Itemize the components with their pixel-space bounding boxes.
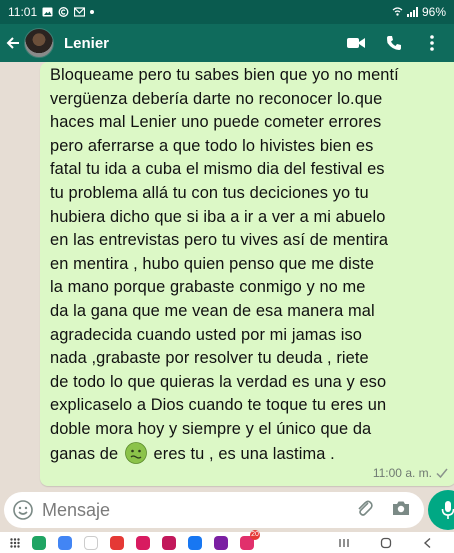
message-input-pill bbox=[4, 492, 424, 528]
message-time: 11:00 a. m. bbox=[372, 466, 432, 480]
smiley-icon bbox=[13, 500, 33, 520]
emoji-button[interactable] bbox=[12, 499, 34, 521]
home-icon[interactable] bbox=[380, 537, 392, 549]
dock-app-red-icon[interactable] bbox=[110, 535, 124, 550]
arrow-left-icon bbox=[6, 37, 19, 49]
chat-header: Lenier bbox=[0, 24, 454, 62]
contact-name[interactable]: Lenier bbox=[64, 35, 109, 52]
gallery-notification-icon bbox=[42, 7, 53, 17]
composer-icons bbox=[356, 499, 416, 522]
mail-notification-icon bbox=[74, 7, 86, 17]
attach-button[interactable] bbox=[356, 499, 374, 522]
header-actions bbox=[346, 33, 450, 53]
message-text-main: Bloqueame pero tu sabes bien que yo no m… bbox=[50, 66, 399, 463]
back-button[interactable] bbox=[4, 28, 22, 58]
status-left: 11:01 bbox=[8, 5, 95, 19]
paperclip-icon bbox=[358, 500, 373, 516]
phone-icon bbox=[387, 36, 401, 50]
dock-app-meet-icon[interactable] bbox=[58, 535, 72, 550]
status-right: 96% bbox=[392, 5, 446, 19]
signal-icon bbox=[406, 7, 418, 17]
camera-icon bbox=[393, 501, 409, 515]
message-text-end: eres tu , es una lastima . bbox=[148, 444, 335, 463]
dock-app-instagram-icon[interactable]: 20 bbox=[240, 529, 260, 550]
dock-app-chrome-icon[interactable] bbox=[84, 535, 98, 550]
more-options-button[interactable] bbox=[422, 33, 442, 53]
message-text: Bloqueame pero tu sabes bien que yo no m… bbox=[50, 64, 448, 466]
camera-button[interactable] bbox=[392, 500, 410, 521]
dock-app-green-icon[interactable] bbox=[32, 535, 46, 550]
status-bar: 11:01 96% bbox=[0, 0, 454, 24]
status-time: 11:01 bbox=[8, 5, 38, 19]
battery-percent: 96% bbox=[421, 5, 446, 19]
system-nav-bar: 20 bbox=[0, 529, 454, 553]
wifi-calling-icon bbox=[392, 7, 403, 16]
chat-area[interactable]: Bloqueame pero tu sabes bien que yo no m… bbox=[0, 62, 454, 490]
dock-app-pink-icon[interactable] bbox=[136, 535, 150, 550]
app-drawer-icon[interactable] bbox=[10, 537, 20, 548]
video-camera-icon bbox=[347, 38, 365, 48]
sent-check-icon bbox=[436, 468, 448, 478]
dock-app-messenger-icon[interactable] bbox=[214, 535, 228, 550]
video-call-button[interactable] bbox=[346, 33, 366, 53]
system-buttons bbox=[338, 537, 444, 549]
composer bbox=[0, 490, 454, 532]
message-input[interactable] bbox=[42, 499, 342, 521]
contact-avatar[interactable] bbox=[24, 28, 54, 58]
nauseated-face-emoji bbox=[125, 441, 147, 464]
voice-call-button[interactable] bbox=[384, 33, 404, 53]
voice-note-button[interactable] bbox=[428, 490, 454, 530]
dock-app-facebook-icon[interactable] bbox=[188, 535, 202, 550]
recent-apps-icon[interactable] bbox=[338, 537, 350, 549]
copyright-notification-icon bbox=[58, 7, 69, 17]
dock-app-magenta-icon[interactable] bbox=[162, 535, 176, 550]
more-vertical-icon bbox=[430, 35, 434, 51]
outgoing-message-bubble[interactable]: Bloqueame pero tu sabes bien que yo no m… bbox=[40, 62, 454, 486]
back-nav-icon[interactable] bbox=[422, 537, 434, 549]
microphone-icon bbox=[441, 501, 454, 519]
message-meta: 11:00 a. m. bbox=[373, 466, 448, 480]
instagram-badge: 20 bbox=[250, 529, 260, 540]
more-notifications-dot-icon bbox=[90, 10, 95, 14]
